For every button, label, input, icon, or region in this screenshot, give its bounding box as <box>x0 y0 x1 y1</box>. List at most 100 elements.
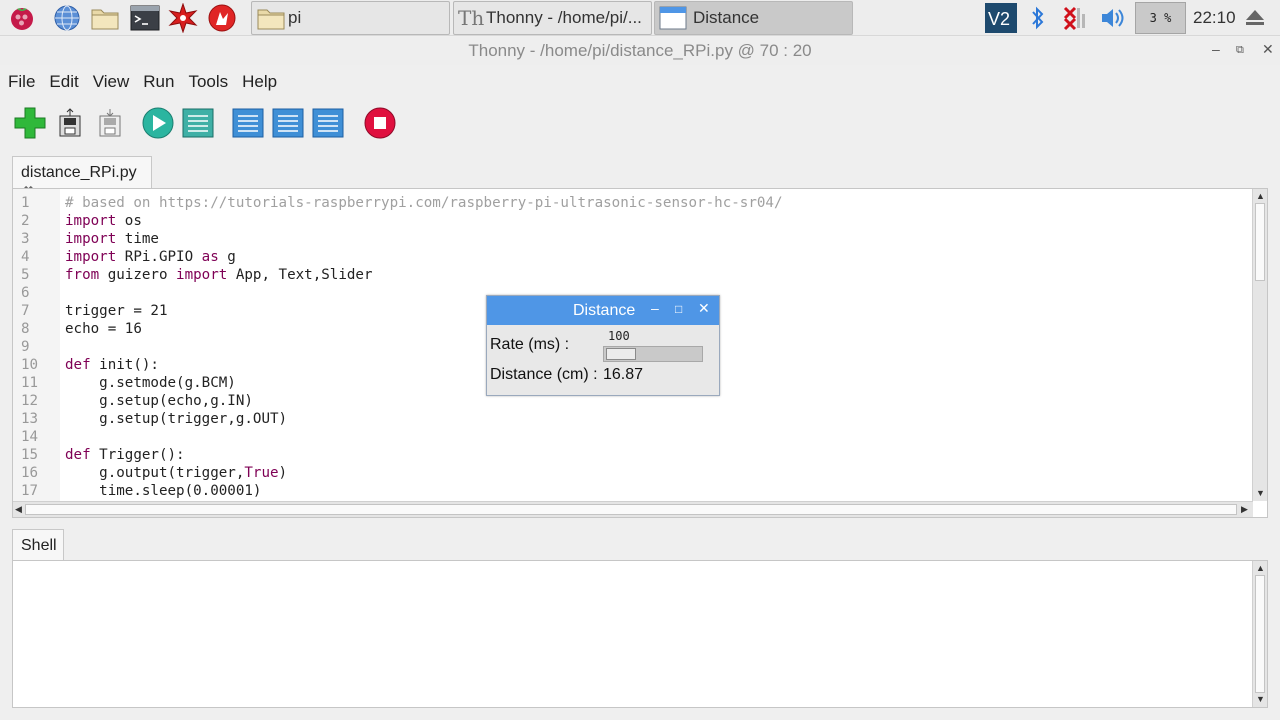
shell-tab-label: Shell <box>21 537 57 554</box>
line-number: 13 <box>21 411 39 427</box>
step-over-button[interactable] <box>230 104 266 142</box>
shell-console[interactable]: ▲ ▼ <box>12 560 1268 708</box>
rate-slider[interactable] <box>603 346 703 362</box>
volume-icon[interactable] <box>1099 2 1127 34</box>
code-line[interactable]: 5 from guizero import App, Text,Slider <box>13 266 1253 284</box>
shell-tab[interactable]: Shell <box>12 529 64 560</box>
shell-vertical-scrollbar[interactable]: ▲ ▼ <box>1252 561 1267 707</box>
vnc-icon[interactable]: V2 <box>983 2 1019 34</box>
debug-icon <box>182 108 214 138</box>
run-button[interactable] <box>140 104 176 142</box>
code-line[interactable]: 4 import RPi.GPIO as g <box>13 248 1253 266</box>
step-out-button[interactable] <box>310 104 346 142</box>
line-text: trigger = 21 <box>65 303 168 319</box>
line-text: time.sleep(0.00001) <box>65 483 262 499</box>
scroll-right-icon[interactable]: ▶ <box>1241 504 1248 515</box>
open-file-button[interactable] <box>52 104 88 142</box>
vertical-scroll-thumb[interactable] <box>1255 203 1265 281</box>
maximize-icon[interactable]: ⧉ <box>1236 44 1244 57</box>
step-into-button[interactable] <box>270 104 306 142</box>
folder-icon <box>257 9 285 30</box>
line-number: 12 <box>21 393 39 409</box>
distance-window-title: Distance <box>573 302 636 319</box>
clock[interactable]: 22:10 <box>1193 8 1236 28</box>
scroll-down-icon[interactable]: ▼ <box>1256 694 1265 704</box>
step-out-icon <box>312 108 344 138</box>
code-line[interactable]: 17 time.sleep(0.00001) <box>13 482 1253 500</box>
code-line[interactable]: 14 <box>13 428 1253 446</box>
open-file-icon <box>59 108 81 137</box>
line-text: g.setup(trigger,g.OUT) <box>65 411 288 427</box>
svg-text:V2: V2 <box>988 9 1010 29</box>
line-number: 14 <box>21 429 39 445</box>
line-number: 6 <box>21 285 30 301</box>
shell-scroll-thumb[interactable] <box>1255 575 1265 693</box>
save-file-button[interactable] <box>92 104 128 142</box>
rate-slider-thumb[interactable] <box>606 348 636 360</box>
vertical-scrollbar[interactable]: ▲ ▼ <box>1252 189 1267 501</box>
maximize-icon[interactable]: □ <box>675 302 682 316</box>
distance-window: Distance – □ ✕ Rate (ms) : 100 Distance … <box>486 295 720 396</box>
debug-button[interactable] <box>180 104 216 142</box>
scroll-up-icon[interactable]: ▲ <box>1256 191 1265 201</box>
save-icon <box>99 109 121 137</box>
menu-run[interactable]: Run <box>135 68 180 94</box>
line-text: echo = 16 <box>65 321 142 337</box>
code-line[interactable]: 1 # based on https://tutorials-raspberryp… <box>13 194 1253 212</box>
window-icon <box>659 6 687 30</box>
line-number: 9 <box>21 339 30 355</box>
raspberry-menu-icon[interactable] <box>7 3 37 33</box>
task-file-manager[interactable]: pi <box>251 1 450 35</box>
line-number: 3 <box>21 231 30 247</box>
menu-help[interactable]: Help <box>234 68 283 94</box>
line-text: import os <box>65 213 142 229</box>
code-line[interactable]: 15 def Trigger(): <box>13 446 1253 464</box>
taskbar: pi Th Thonny - /home/pi/... Distance V2 … <box>0 0 1280 36</box>
plus-icon <box>14 107 46 139</box>
stop-button[interactable] <box>362 104 398 142</box>
file-manager-icon[interactable] <box>90 3 120 33</box>
line-number: 10 <box>21 357 39 373</box>
code-line[interactable]: 16 g.output(trigger,True) <box>13 464 1253 482</box>
eject-icon[interactable] <box>1240 2 1270 34</box>
cpu-monitor[interactable]: 3 % <box>1135 2 1186 34</box>
line-text: g.setmode(g.BCM) <box>65 375 236 391</box>
wolfram-icon[interactable] <box>207 3 237 33</box>
task-thonny[interactable]: Th Thonny - /home/pi/... <box>453 1 652 35</box>
code-line[interactable]: 2 import os <box>13 212 1253 230</box>
terminal-icon[interactable] <box>130 3 160 33</box>
code-line[interactable]: 13 g.setup(trigger,g.OUT) <box>13 410 1253 428</box>
bluetooth-icon[interactable] <box>1027 2 1049 34</box>
close-icon[interactable]: ✕ <box>698 300 710 317</box>
line-number: 1 <box>21 195 30 211</box>
line-text: import time <box>65 231 159 247</box>
horizontal-scroll-thumb[interactable] <box>25 504 1237 515</box>
web-browser-icon[interactable] <box>52 3 82 33</box>
horizontal-scrollbar[interactable]: ◀ ▶ <box>13 501 1253 517</box>
line-number: 2 <box>21 213 30 229</box>
scroll-down-icon[interactable]: ▼ <box>1256 488 1265 498</box>
distance-value: 16.87 <box>603 366 644 383</box>
line-number: 11 <box>21 375 39 391</box>
scroll-up-icon[interactable]: ▲ <box>1256 563 1265 573</box>
editor-tab[interactable]: distance_RPi.py ✖ <box>12 156 152 198</box>
close-icon[interactable]: ✕ <box>1262 41 1274 58</box>
minimize-icon[interactable]: – <box>651 300 659 316</box>
line-number: 8 <box>21 321 30 337</box>
code-line[interactable]: 3 import time <box>13 230 1253 248</box>
menu-view[interactable]: View <box>85 68 136 94</box>
math-app-icon[interactable] <box>168 3 198 33</box>
network-disconnected-icon[interactable] <box>1062 2 1090 34</box>
menu-edit[interactable]: Edit <box>41 68 84 94</box>
rate-value: 100 <box>608 329 630 343</box>
window-titlebar: Thonny - /home/pi/distance_RPi.py @ 70 :… <box>0 37 1280 65</box>
task-label: Thonny - /home/pi/... <box>486 8 642 27</box>
minimize-icon[interactable]: – <box>1212 41 1220 57</box>
menu-tools[interactable]: Tools <box>180 68 234 94</box>
line-text: g.output(trigger,True) <box>65 465 288 481</box>
task-distance[interactable]: Distance <box>654 1 853 35</box>
distance-window-titlebar[interactable]: Distance – □ ✕ <box>487 296 719 325</box>
menu-file[interactable]: File <box>0 68 41 94</box>
new-file-button[interactable] <box>12 104 48 142</box>
scroll-left-icon[interactable]: ◀ <box>15 504 22 515</box>
